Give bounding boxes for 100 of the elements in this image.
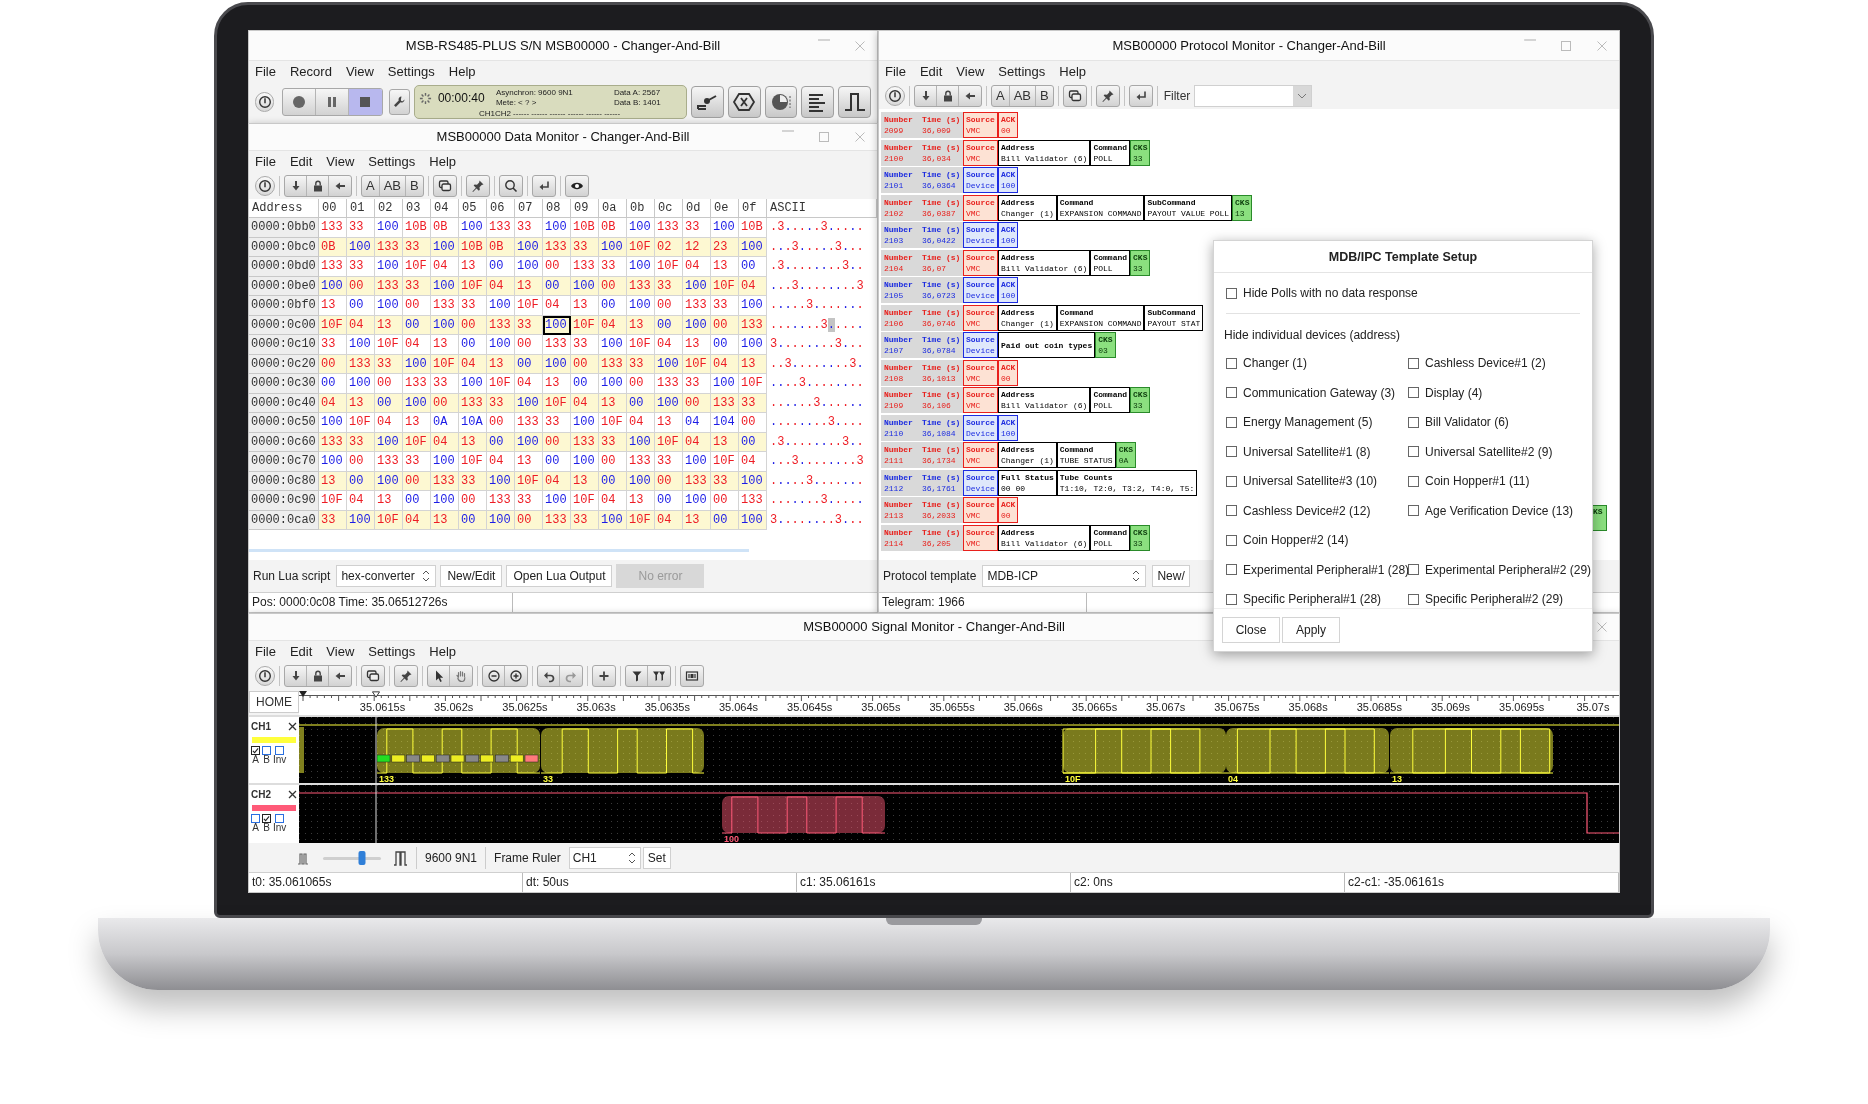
eye-button[interactable] bbox=[564, 175, 589, 197]
text-button[interactable]: A bbox=[362, 176, 380, 196]
checkbox[interactable]: Energy Management (5) bbox=[1226, 413, 1408, 431]
menu-item[interactable]: Help bbox=[1059, 62, 1087, 82]
hex-cell: 100 bbox=[431, 315, 459, 335]
enter-button[interactable] bbox=[531, 175, 556, 197]
menu-item[interactable]: Settings bbox=[998, 62, 1046, 82]
menu-item[interactable]: Record bbox=[289, 62, 332, 82]
checkbox[interactable]: Universal Satellite#2 (9) bbox=[1408, 442, 1592, 461]
menu-item[interactable]: File bbox=[885, 62, 906, 82]
column-header: ASCII bbox=[767, 199, 877, 218]
checkbox[interactable]: Age Verification Device (13) bbox=[1408, 501, 1592, 520]
fit-button[interactable] bbox=[680, 665, 704, 687]
menu-item[interactable]: File bbox=[255, 152, 276, 172]
text-button[interactable]: B bbox=[406, 176, 423, 196]
menu-item[interactable]: View bbox=[345, 62, 374, 82]
checkbox[interactable]: A bbox=[251, 746, 260, 765]
windows-button[interactable] bbox=[361, 665, 385, 687]
power-button[interactable] bbox=[885, 86, 905, 106]
protocol-cell: Number 2099 bbox=[881, 112, 919, 138]
checkbox[interactable]: Specific Peripheral#2 (29) bbox=[1408, 590, 1592, 608]
menu-item[interactable]: File bbox=[255, 62, 276, 82]
lines-button[interactable] bbox=[801, 86, 835, 118]
hex-cell: 0A bbox=[431, 413, 459, 433]
hex-cell: 13 bbox=[487, 354, 515, 374]
dialog-button[interactable]: Apply bbox=[1282, 617, 1340, 643]
checkbox[interactable]: Specific Peripheral#1 (28) bbox=[1226, 590, 1408, 608]
hex-cell: 00 bbox=[431, 393, 459, 413]
hex-cell: 33 bbox=[655, 452, 683, 472]
power-button[interactable] bbox=[255, 666, 275, 686]
menu-item[interactable]: Edit bbox=[289, 642, 313, 662]
protocol-cell: Source Device bbox=[963, 469, 998, 496]
hexagon-x-button[interactable] bbox=[727, 86, 761, 118]
checkbox[interactable]: Inv bbox=[273, 746, 287, 765]
text-button[interactable]: New/Edit bbox=[440, 565, 503, 587]
text-button[interactable]: AB bbox=[379, 176, 406, 196]
checkbox[interactable]: Experimental Peripheral#2 (29) bbox=[1408, 560, 1592, 579]
checkbox[interactable]: Universal Satellite#3 (10) bbox=[1226, 472, 1408, 490]
hex-cell: 00 bbox=[487, 432, 515, 452]
checkbox[interactable]: Changer (1) bbox=[1226, 354, 1408, 372]
checkbox[interactable]: B bbox=[262, 746, 271, 765]
channel-dropdown[interactable]: CH1 bbox=[568, 847, 641, 869]
script-dropdown[interactable]: hex-converter bbox=[336, 565, 437, 587]
hex-cell: 00 bbox=[459, 510, 487, 530]
enter-button[interactable] bbox=[1128, 85, 1153, 107]
wrench-button[interactable] bbox=[388, 89, 410, 115]
hex-cell: 13 bbox=[739, 354, 767, 374]
menu-item[interactable]: Help bbox=[448, 62, 476, 82]
lever-button[interactable] bbox=[690, 86, 724, 118]
checkbox[interactable]: B bbox=[262, 814, 271, 833]
set-button[interactable]: Set bbox=[642, 847, 671, 869]
stop-button[interactable] bbox=[348, 89, 382, 115]
menu-item[interactable]: View bbox=[326, 642, 355, 662]
pin-button[interactable] bbox=[394, 665, 418, 687]
menu-item[interactable]: Help bbox=[429, 152, 457, 172]
clock-button[interactable] bbox=[764, 86, 798, 118]
power-button[interactable] bbox=[255, 176, 275, 196]
power-button[interactable] bbox=[255, 92, 275, 112]
checkbox[interactable]: Display (4) bbox=[1408, 383, 1592, 402]
windows-button[interactable] bbox=[1062, 85, 1087, 107]
hex-cell: 100 bbox=[515, 432, 543, 452]
plus-button[interactable] bbox=[592, 665, 616, 687]
windows-button[interactable] bbox=[432, 175, 457, 197]
menu-item[interactable]: Edit bbox=[919, 62, 943, 82]
pin-button[interactable] bbox=[1095, 85, 1120, 107]
checkbox[interactable]: Bill Validator (6) bbox=[1408, 413, 1592, 431]
checkbox[interactable]: Cashless Device#2 (12) bbox=[1226, 501, 1408, 520]
menu-item[interactable]: Settings bbox=[368, 152, 416, 172]
checkbox[interactable]: Hide Polls with no data response bbox=[1226, 284, 1418, 302]
menu-item[interactable]: Settings bbox=[368, 642, 416, 662]
dialog-button[interactable]: Close bbox=[1222, 617, 1280, 643]
menu-item[interactable]: File bbox=[255, 642, 276, 662]
checkbox[interactable]: Coin Hopper#1 (11) bbox=[1408, 472, 1592, 490]
chevron-down-icon bbox=[1297, 93, 1308, 99]
pin-button[interactable] bbox=[465, 175, 490, 197]
checkbox[interactable]: Coin Hopper#2 (14) bbox=[1226, 531, 1408, 549]
slider-thumb[interactable] bbox=[358, 851, 366, 865]
checkbox[interactable]: A bbox=[251, 814, 260, 833]
menu-item[interactable]: Help bbox=[429, 642, 457, 662]
hex-cell: 100 bbox=[543, 491, 571, 511]
checkbox[interactable]: Experimental Peripheral#1 (28) bbox=[1226, 560, 1408, 579]
text-button[interactable]: B bbox=[1036, 86, 1053, 106]
checkbox[interactable]: Universal Satellite#1 (8) bbox=[1226, 442, 1408, 461]
pulse-button[interactable] bbox=[838, 86, 871, 118]
hex-cell: 133 bbox=[543, 335, 571, 355]
text-button[interactable]: New/ bbox=[1152, 565, 1190, 587]
checkbox[interactable]: Cashless Device#1 (2) bbox=[1408, 354, 1592, 372]
menu-item[interactable]: Edit bbox=[289, 152, 313, 172]
search-button[interactable] bbox=[498, 175, 523, 197]
menu-item[interactable]: View bbox=[956, 62, 985, 82]
template-dropdown[interactable]: MDB-ICP bbox=[982, 565, 1147, 587]
text-button[interactable]: A bbox=[992, 86, 1010, 106]
menu-item[interactable]: Settings bbox=[387, 62, 435, 82]
text-button[interactable]: AB bbox=[1009, 86, 1036, 106]
home-button[interactable]: HOME bbox=[249, 691, 299, 713]
checkbox[interactable]: Inv bbox=[273, 814, 287, 833]
time-label: 35.063s bbox=[576, 701, 616, 713]
menu-item[interactable]: View bbox=[326, 152, 355, 172]
checkbox[interactable]: Communication Gateway (3) bbox=[1226, 383, 1408, 402]
text-button[interactable]: Open Lua Output bbox=[506, 565, 613, 587]
